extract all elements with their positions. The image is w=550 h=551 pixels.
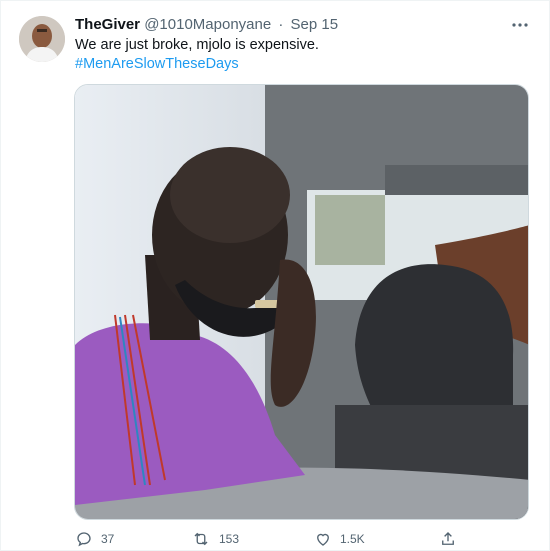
- more-options-button[interactable]: [506, 15, 534, 35]
- tweet-date[interactable]: Sep 15: [291, 16, 339, 33]
- hashtag-link[interactable]: #MenAreSlowTheseDays: [75, 54, 239, 74]
- tweet-photo[interactable]: [74, 84, 529, 520]
- reply-icon: [75, 530, 93, 548]
- author-handle[interactable]: @1010Maponyane: [144, 16, 271, 33]
- like-count: 1.5K: [340, 532, 365, 546]
- author-name[interactable]: TheGiver: [75, 16, 140, 33]
- tweet-card[interactable]: TheGiver @1010Maponyane · Sep 15 We are …: [0, 0, 550, 551]
- tweet-text: We are just broke, mjolo is expensive.: [75, 37, 319, 53]
- more-dots-icon: [512, 23, 528, 27]
- tweet-actions: 37 153 1.5K: [1, 527, 550, 551]
- share-button[interactable]: [439, 527, 457, 551]
- retweet-count: 153: [219, 532, 240, 546]
- heart-icon: [314, 530, 332, 548]
- reply-button[interactable]: 37: [75, 527, 114, 551]
- photo-illustration: [75, 85, 528, 519]
- tweet-header: TheGiver @1010Maponyane · Sep 15: [75, 15, 338, 35]
- like-button[interactable]: 1.5K: [314, 527, 365, 551]
- avatar[interactable]: [19, 16, 65, 62]
- share-icon: [439, 530, 457, 548]
- retweet-button[interactable]: 153: [191, 527, 239, 551]
- retweet-icon: [191, 530, 211, 548]
- reply-count: 37: [101, 532, 115, 546]
- separator-dot: ·: [278, 16, 284, 33]
